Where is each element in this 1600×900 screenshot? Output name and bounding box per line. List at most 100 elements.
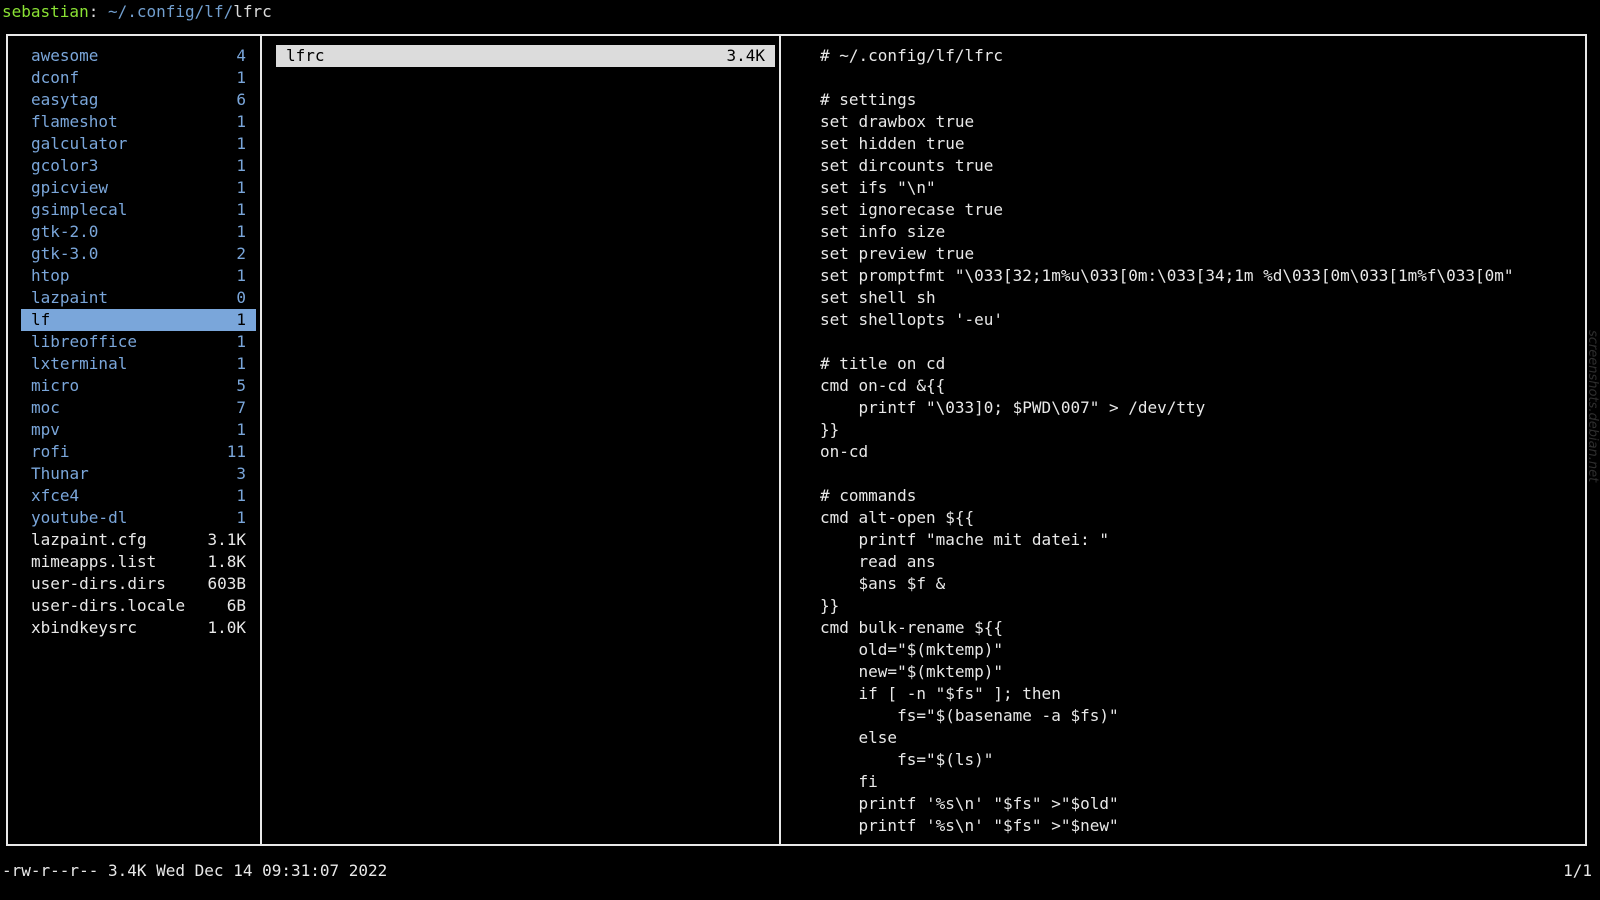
shell-prompt: sebastian: ~/.config/lf/lfrc bbox=[2, 1, 272, 23]
prompt-separator: : bbox=[88, 2, 99, 21]
preview-line: else bbox=[820, 728, 898, 747]
directory-entry-gtk-3-0[interactable]: gtk-3.0 2 bbox=[21, 243, 256, 265]
preview-line: # settings bbox=[820, 90, 917, 109]
entry-name: lfrc bbox=[286, 46, 325, 65]
preview-content: # ~/.config/lf/lfrc # settings set drawbox… bbox=[820, 45, 1580, 837]
entry-count: 6 bbox=[236, 90, 246, 109]
directory-entry-htop[interactable]: htop 1 bbox=[21, 265, 256, 287]
preview-line: cmd bulk-rename ${{ bbox=[820, 618, 1004, 637]
entry-name: flameshot bbox=[31, 112, 118, 131]
entry-count: 1 bbox=[236, 332, 246, 351]
entry-count: 11 bbox=[226, 442, 246, 461]
file-entry-lfrc[interactable]: lfrc 3.4K bbox=[276, 45, 775, 67]
entry-name: mpv bbox=[31, 420, 60, 439]
preview-line: set preview true bbox=[820, 244, 975, 263]
entry-name: lazpaint.cfg bbox=[31, 530, 147, 549]
entry-count: 1 bbox=[236, 420, 246, 439]
entry-name: gcolor3 bbox=[31, 156, 99, 175]
entry-name: galculator bbox=[31, 134, 128, 153]
entry-name: lazpaint bbox=[31, 288, 109, 307]
entry-size: 603B bbox=[207, 574, 246, 593]
directory-entry-moc[interactable]: moc 7 bbox=[21, 397, 256, 419]
directory-entry-rofi[interactable]: rofi 11 bbox=[21, 441, 256, 463]
file-entry-user-dirs-dirs[interactable]: user-dirs.dirs 603B bbox=[21, 573, 256, 595]
preview-line: }} bbox=[820, 596, 840, 615]
entry-name: easytag bbox=[31, 90, 99, 109]
entry-name: rofi bbox=[31, 442, 70, 461]
entry-name: gsimplecal bbox=[31, 200, 128, 219]
preview-line: cmd alt-open ${{ bbox=[820, 508, 975, 527]
directory-entry-easytag[interactable]: easytag 6 bbox=[21, 89, 256, 111]
directory-entry-mpv[interactable]: mpv 1 bbox=[21, 419, 256, 441]
directory-entry-galculator[interactable]: galculator 1 bbox=[21, 133, 256, 155]
preview-line: printf '%s\n' "$fs" >"$new" bbox=[820, 816, 1119, 835]
entry-count: 1 bbox=[236, 266, 246, 285]
preview-line: set shell sh bbox=[820, 288, 936, 307]
position-indicator: 1/1 bbox=[1563, 861, 1592, 880]
entry-name: gpicview bbox=[31, 178, 109, 197]
entry-name: micro bbox=[31, 376, 80, 395]
entry-count: 1 bbox=[236, 112, 246, 131]
preview-line: fi bbox=[820, 772, 878, 791]
entry-count: 5 bbox=[236, 376, 246, 395]
preview-line: }} bbox=[820, 420, 840, 439]
entry-name: awesome bbox=[31, 46, 99, 65]
directory-entry-gcolor3[interactable]: gcolor3 1 bbox=[21, 155, 256, 177]
entry-size: 3.4K bbox=[726, 46, 765, 65]
entry-count: 1 bbox=[236, 222, 246, 241]
directory-entry-gpicview[interactable]: gpicview 1 bbox=[21, 177, 256, 199]
directory-entry-flameshot[interactable]: flameshot 1 bbox=[21, 111, 256, 133]
directory-entry-lazpaint[interactable]: lazpaint 0 bbox=[21, 287, 256, 309]
entry-name: moc bbox=[31, 398, 60, 417]
pane-divider-right bbox=[779, 34, 781, 846]
file-entry-user-dirs-locale[interactable]: user-dirs.locale 6B bbox=[21, 595, 256, 617]
directory-entry-lxterminal[interactable]: lxterminal 1 bbox=[21, 353, 256, 375]
entry-name: gtk-2.0 bbox=[31, 222, 99, 241]
file-entry-lazpaint-cfg[interactable]: lazpaint.cfg 3.1K bbox=[21, 529, 256, 551]
directory-entry-thunar[interactable]: Thunar 3 bbox=[21, 463, 256, 485]
entry-name: htop bbox=[31, 266, 70, 285]
directory-entry-xfce4[interactable]: xfce4 1 bbox=[21, 485, 256, 507]
entry-count: 1 bbox=[236, 134, 246, 153]
preview-line: # ~/.config/lf/lfrc bbox=[820, 46, 1004, 65]
directory-entry-libreoffice[interactable]: libreoffice 1 bbox=[21, 331, 256, 353]
current-directory-pane[interactable]: lfrc 3.4K bbox=[276, 45, 775, 67]
directory-entry-micro[interactable]: micro 5 bbox=[21, 375, 256, 397]
parent-directory-pane[interactable]: awesome 4 dconf 1 easytag 6 flameshot 1 galculat… bbox=[21, 45, 256, 639]
directory-entry-awesome[interactable]: awesome 4 bbox=[21, 45, 256, 67]
directory-entry-youtube-dl[interactable]: youtube-dl 1 bbox=[21, 507, 256, 529]
entry-count: 1 bbox=[236, 354, 246, 373]
preview-line: set ignorecase true bbox=[820, 200, 1004, 219]
preview-line: set shellopts '-eu' bbox=[820, 310, 1004, 329]
entry-count: 3 bbox=[236, 464, 246, 483]
file-entry-xbindkeysrc[interactable]: xbindkeysrc 1.0K bbox=[21, 617, 256, 639]
entry-count: 4 bbox=[236, 46, 246, 65]
entry-count: 2 bbox=[236, 244, 246, 263]
entry-size: 1.0K bbox=[207, 618, 246, 637]
entry-name: libreoffice bbox=[31, 332, 137, 351]
preview-line: set hidden true bbox=[820, 134, 965, 153]
pane-divider-left bbox=[260, 34, 262, 846]
directory-entry-gsimplecal[interactable]: gsimplecal 1 bbox=[21, 199, 256, 221]
prompt-directory: ~/.config/lf/ bbox=[98, 2, 234, 21]
entry-name: mimeapps.list bbox=[31, 552, 157, 571]
entry-name: xbindkeysrc bbox=[31, 618, 137, 637]
entry-name: dconf bbox=[31, 68, 80, 87]
directory-entry-dconf[interactable]: dconf 1 bbox=[21, 67, 256, 89]
entry-size: 6B bbox=[226, 596, 246, 615]
entry-count: 1 bbox=[236, 200, 246, 219]
file-entry-mimeapps-list[interactable]: mimeapps.list 1.8K bbox=[21, 551, 256, 573]
entry-count: 0 bbox=[236, 288, 246, 307]
file-info-status: -rw-r--r-- 3.4K Wed Dec 14 09:31:07 2022 bbox=[2, 861, 388, 880]
preview-line: set ifs "\n" bbox=[820, 178, 936, 197]
entry-name: user-dirs.locale bbox=[31, 596, 186, 615]
directory-entry-lf[interactable]: lf 1 bbox=[21, 309, 256, 331]
preview-line: set promptfmt "\033[32;1m%u\033[0m:\033[… bbox=[820, 266, 1514, 285]
preview-line: new="$(mktemp)" bbox=[820, 662, 1004, 681]
directory-entry-gtk-2-0[interactable]: gtk-2.0 1 bbox=[21, 221, 256, 243]
preview-line: fs="$(basename -a $fs)" bbox=[820, 706, 1119, 725]
prompt-file: lfrc bbox=[233, 2, 272, 21]
entry-size: 1.8K bbox=[207, 552, 246, 571]
file-preview-pane[interactable]: # ~/.config/lf/lfrc # settings set drawbox… bbox=[820, 45, 1580, 840]
preview-line: old="$(mktemp)" bbox=[820, 640, 1004, 659]
